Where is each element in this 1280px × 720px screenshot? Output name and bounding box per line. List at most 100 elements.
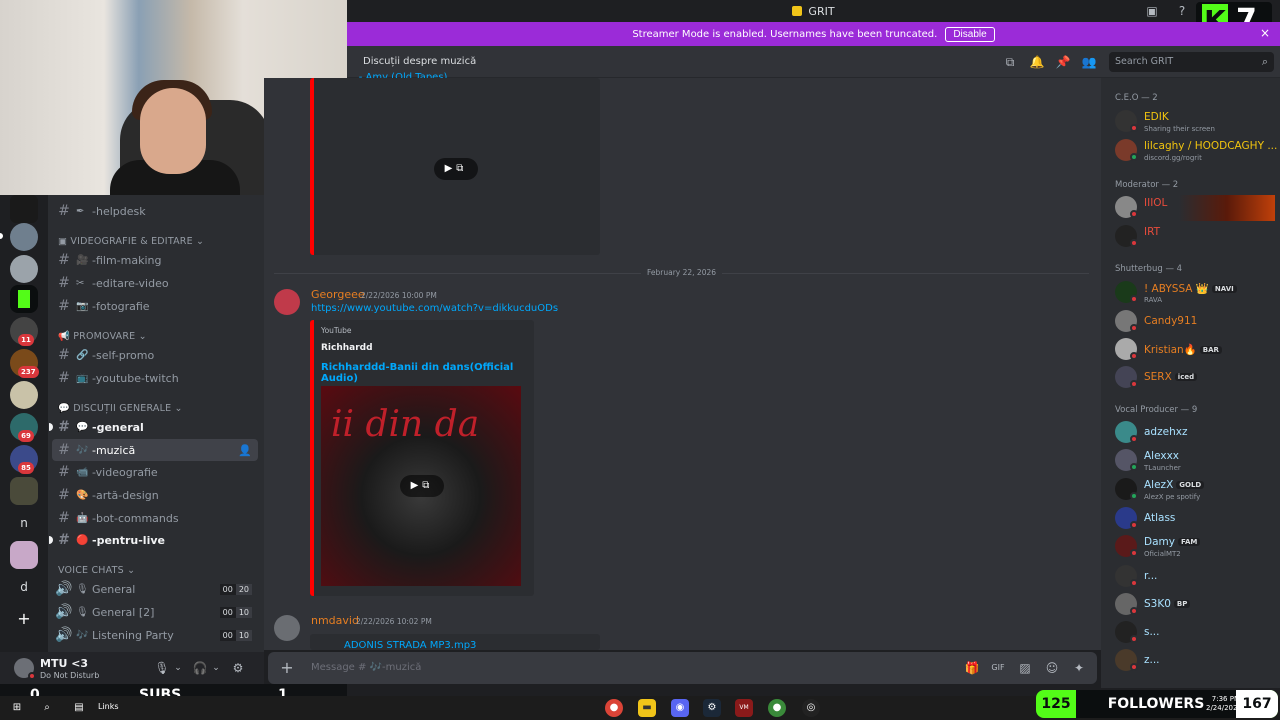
member-activity: OficialMT2 <box>1144 550 1181 558</box>
links-toolbar[interactable]: Links <box>98 702 119 711</box>
embed-title[interactable]: Richharddd-Banii din dans(Official Audio… <box>321 362 534 384</box>
windows-start-icon[interactable]: ⊞ <box>8 699 26 717</box>
message-composer[interactable]: + Message # 🎶-muzică 🎁 GIF ▨ ☺ ✦ <box>268 652 1097 684</box>
voice-channel-general-2[interactable]: 🔊 🎙 General [2] 00 10 <box>52 601 258 623</box>
channel-general[interactable]: # 💬 -general <box>49 416 258 438</box>
channel-fotografie[interactable]: # 📷 -fotografie <box>52 295 258 317</box>
channel-youtube-twitch[interactable]: # 📺 -youtube-twitch <box>52 367 258 389</box>
bell-icon[interactable]: 🔔 <box>1029 54 1045 70</box>
help-icon[interactable]: ? <box>1174 3 1190 19</box>
steam-icon[interactable]: ⚙ <box>703 699 721 717</box>
search-input[interactable]: Search GRIT ⌕ <box>1109 52 1274 72</box>
play-icon[interactable]: ▶⧉ <box>434 158 478 180</box>
add-server-icon[interactable]: + <box>10 605 38 633</box>
member-item[interactable]: EDIK Sharing their screen <box>1115 109 1275 135</box>
member-item[interactable]: Candy911 <box>1115 309 1275 335</box>
chrome-alt-icon[interactable]: ● <box>768 699 786 717</box>
member-item[interactable]: z... <box>1115 648 1275 674</box>
channel-bot-commands[interactable]: # 🤖 -bot-commands <box>52 507 258 529</box>
channel-film-making[interactable]: # 🎥 -film-making <box>52 249 258 271</box>
member-item[interactable]: Atlass <box>1115 506 1275 532</box>
member-name: Alexxx <box>1144 450 1180 462</box>
member-item[interactable]: lilcaghy / HOODCAGHY ... discord.gg/rogri… <box>1115 138 1277 164</box>
member-item[interactable]: r... <box>1115 564 1275 590</box>
server-pmd-icon[interactable] <box>10 195 38 223</box>
status-icon <box>1130 210 1138 218</box>
server-grit-icon[interactable] <box>10 285 38 313</box>
member-item[interactable]: Damy FAM OficialMT2 <box>1115 534 1275 560</box>
server-icon[interactable] <box>10 541 38 569</box>
channel-self-promo[interactable]: # 🔗 -self-promo <box>52 344 258 366</box>
member-item[interactable]: AlezX GOLD AlezX pe spotify <box>1115 477 1275 503</box>
category-discutii[interactable]: 💬 DISCUȚII GENERALE ⌄ <box>58 403 183 414</box>
pin-icon[interactable]: 📌 <box>1055 54 1071 70</box>
member-item[interactable]: ! ABYSSA 👑 NAVI RAVA <box>1115 280 1275 306</box>
window-titlebar: GRIT ▣ ? <box>347 0 1280 22</box>
channel-videografie[interactable]: # 📹 -videografie <box>52 461 258 483</box>
gif-icon[interactable]: GIF <box>990 660 1006 676</box>
taskbar-clock[interactable]: 7:36 PM 2/24/2026 <box>1206 695 1240 713</box>
disable-streamer-mode-button[interactable]: Disable <box>945 26 995 42</box>
sticker-icon[interactable]: ▨ <box>1017 660 1033 676</box>
previous-embed: ▶⧉ <box>310 78 600 255</box>
obs-icon[interactable]: ◎ <box>802 699 820 717</box>
member-item[interactable]: IIIOL <box>1115 195 1275 221</box>
emoji-icon[interactable]: ☺ <box>1044 660 1060 676</box>
discord-icon[interactable]: ◉ <box>671 699 689 717</box>
chrome-icon[interactable]: ● <box>605 699 623 717</box>
task-view-icon[interactable]: ▤ <box>70 699 88 717</box>
channel-helpdesk[interactable]: # ✒ -helpdesk <box>52 200 258 222</box>
headphones-icon[interactable]: 🎧 <box>192 660 208 676</box>
member-item[interactable]: S3K0 BP <box>1115 592 1275 618</box>
member-item[interactable]: Alexxx TLauncher <box>1115 448 1275 474</box>
member-list-icon[interactable]: 👥 <box>1081 54 1097 70</box>
channel-muzica[interactable]: # 🎶 -muzică 👤 <box>52 439 258 461</box>
avatar[interactable] <box>274 615 300 641</box>
add-member-icon[interactable]: 👤 <box>238 444 252 457</box>
gift-icon[interactable]: 🎁 <box>964 660 980 676</box>
status-icon <box>1130 435 1138 443</box>
channel-editare-video[interactable]: # ✂ -editare-video <box>52 272 258 294</box>
youtube-link[interactable]: https://www.youtube.com/watch?v=dikkucdu… <box>311 303 558 314</box>
chevron-down-icon[interactable]: ⌄ <box>208 660 224 676</box>
channel-arta-design[interactable]: # 🎨 -artă-design <box>52 484 258 506</box>
member-item[interactable]: Kristian🔥 BAR <box>1115 337 1275 363</box>
member-activity: RAVA <box>1144 296 1163 304</box>
voice-channel-general[interactable]: 🔊 🎙 General 00 20 <box>52 578 258 600</box>
chevron-down-icon[interactable]: ⌄ <box>170 660 186 676</box>
member-item[interactable]: s... <box>1115 620 1275 646</box>
inbox-icon[interactable]: ▣ <box>1144 3 1160 19</box>
server-icon[interactable] <box>10 223 38 251</box>
attach-plus-icon[interactable]: + <box>278 659 296 677</box>
category-promovare[interactable]: 📢 PROMOVARE ⌄ <box>58 331 147 342</box>
channel-pentru-live[interactable]: # 🔴 -pentru-live <box>49 529 258 551</box>
file-name[interactable]: ADONIS STRADA MP3.mp3 <box>344 640 476 650</box>
file-explorer-icon[interactable]: ▬ <box>638 699 656 717</box>
server-icon[interactable] <box>10 255 38 283</box>
play-icon[interactable]: ▶⧉ <box>400 475 444 497</box>
server-n-icon[interactable]: n <box>10 509 38 537</box>
microphone-icon[interactable]: 🎙 <box>154 660 170 676</box>
message-author[interactable]: Georgeee <box>311 288 365 301</box>
robot-icon: 🤖 <box>76 512 89 524</box>
message-author[interactable]: nmdavid <box>311 614 359 627</box>
avatar[interactable] <box>274 289 300 315</box>
category-voice-chats[interactable]: VOICE CHATS ⌄ <box>58 565 135 576</box>
category-videografie[interactable]: ▣ VIDEOGRAFIE & EDITARE ⌄ <box>58 236 204 247</box>
member-item[interactable]: IRT <box>1115 224 1275 250</box>
mention-badge: 69 <box>18 430 34 442</box>
embed-author[interactable]: Richhardd <box>321 343 373 353</box>
threads-icon[interactable]: ⧉ <box>1002 54 1018 70</box>
voicemeeter-icon[interactable]: VM <box>735 699 753 717</box>
server-icon[interactable] <box>10 477 38 505</box>
member-item[interactable]: adzehxz <box>1115 420 1275 446</box>
server-d-icon[interactable]: d <box>10 573 38 601</box>
member-item[interactable]: SERX iced <box>1115 365 1275 391</box>
apps-icon[interactable]: ✦ <box>1071 660 1087 676</box>
voice-channel-listening-party[interactable]: 🔊 🎶 Listening Party 00 10 <box>52 624 258 646</box>
banner-close-icon[interactable]: × <box>1260 26 1270 40</box>
gear-icon[interactable]: ⚙ <box>230 660 246 676</box>
search-icon[interactable]: ⌕ <box>38 699 56 717</box>
server-icon[interactable] <box>10 381 38 409</box>
hash-icon: # <box>58 370 70 386</box>
